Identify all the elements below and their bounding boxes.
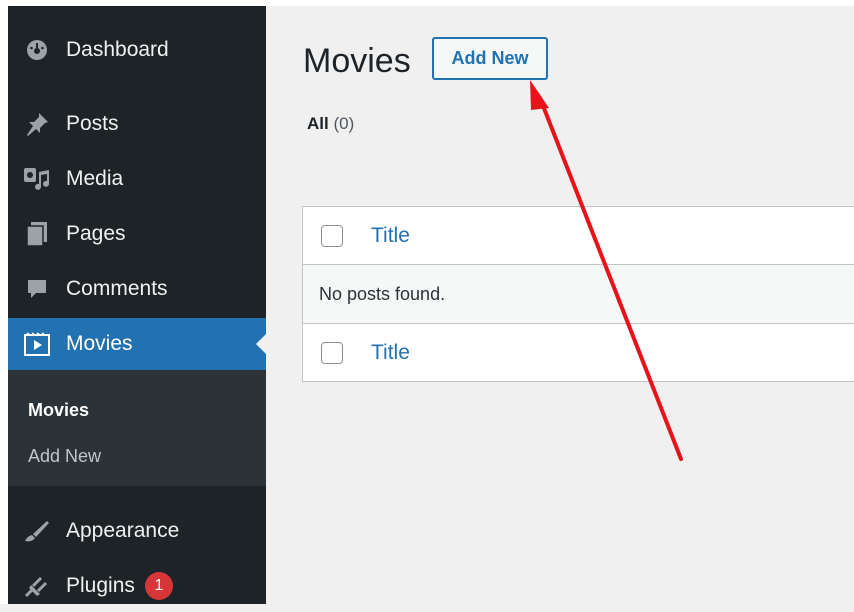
submenu-item-add-new[interactable]: Add New [28,446,101,467]
sidebar-item-label: Posts [66,112,119,135]
media-icon [22,164,52,194]
sidebar-item-label: Pages [66,222,126,245]
comment-icon [22,274,52,304]
status-filters: All (0) [307,114,354,134]
frame-left [0,0,8,604]
sidebar-item-label: Media [66,167,124,190]
sidebar-item-label: Plugins [66,574,135,597]
select-all-checkbox[interactable] [321,224,343,247]
page-title: Movies [303,42,411,80]
column-title-header[interactable]: Title [371,224,410,248]
pin-icon [22,109,52,139]
submenu-item-movies[interactable]: Movies [28,400,89,421]
sidebar-item-plugins[interactable]: Plugins 1 [8,560,266,612]
posts-table: Title No posts found. Title [302,206,854,382]
dashboard-icon [22,35,52,65]
sidebar-item-media[interactable]: Media [8,153,266,205]
filter-all-count: (0) [333,114,355,133]
plug-icon [22,571,52,601]
sidebar-item-movies[interactable]: Movies [8,318,266,370]
empty-row: No posts found. [303,265,854,324]
add-new-button[interactable]: Add New [432,37,548,80]
sidebar-item-label: Appearance [66,519,180,542]
brush-icon [22,516,52,546]
sidebar-item-label: Comments [66,277,168,300]
update-count-badge: 1 [144,572,173,600]
sidebar-item-appearance[interactable]: Appearance [8,505,266,557]
sidebar-item-posts[interactable]: Posts [8,98,266,150]
sidebar-item-pages[interactable]: Pages [8,208,266,260]
admin-sidebar: Dashboard Posts Media Pages Comments Mov… [8,6,266,604]
movies-submenu: Movies Add New [8,370,266,486]
select-all-checkbox-footer[interactable] [321,342,343,364]
sidebar-item-comments[interactable]: Comments [8,263,266,315]
empty-message: No posts found. [319,283,446,304]
sidebar-item-label: Dashboard [66,38,169,61]
sidebar-item-label: Movies [66,332,133,355]
pages-icon [22,219,52,249]
sidebar-item-dashboard[interactable]: Dashboard [8,24,266,76]
table-header-row: Title [303,207,854,265]
column-title-footer[interactable]: Title [371,341,410,365]
table-footer-row: Title [303,324,854,382]
movie-icon [22,329,52,359]
filter-all[interactable]: All [307,114,329,133]
